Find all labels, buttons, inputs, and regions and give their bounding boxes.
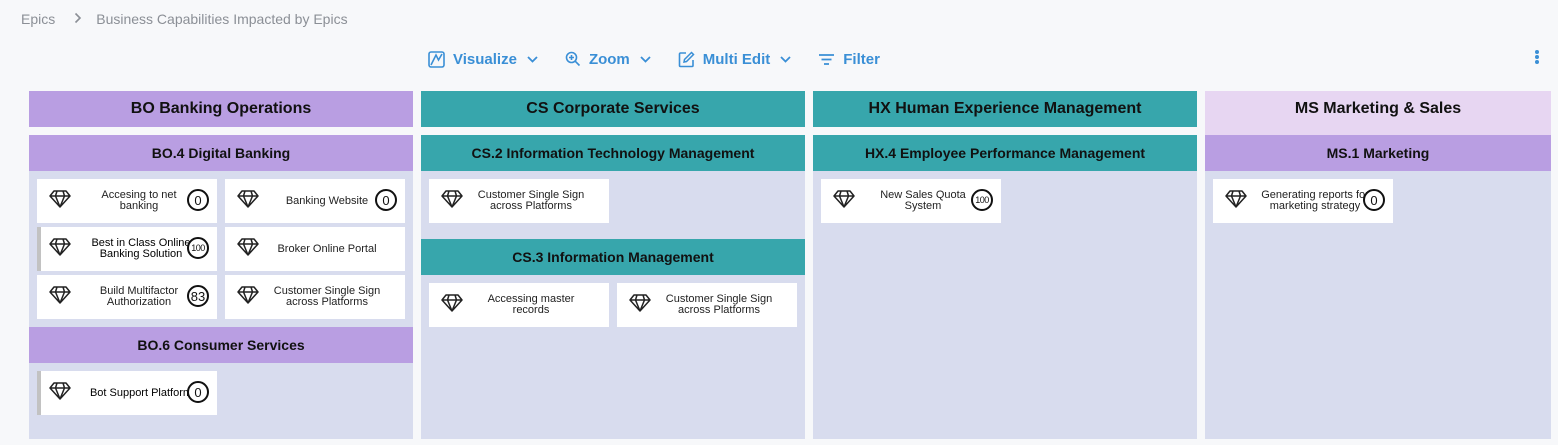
breadcrumb-current: Business Capabilities Impacted by Epics (96, 11, 348, 27)
chevron-down-icon (527, 55, 538, 63)
epic-card[interactable]: Accessing master records (429, 283, 609, 327)
card-list: New Sales Quota System 100 (813, 171, 1197, 223)
epic-name: Customer Single Sign across Platforms (273, 285, 381, 308)
column-bo-banking-operations: BO Banking Operations BO.4 Digital Banki… (29, 91, 413, 439)
diamond-icon (237, 190, 259, 213)
progress-badge: 100 (971, 189, 993, 211)
filter-label: Filter (843, 50, 880, 68)
diamond-icon (49, 382, 71, 405)
epic-card[interactable]: Broker Online Portal (225, 227, 405, 271)
epic-card[interactable]: Accesing to net banking 0 (37, 179, 217, 223)
progress-badge: 0 (187, 381, 209, 403)
epic-card[interactable]: Customer Single Sign across Platforms (429, 179, 609, 223)
column-header: HX Human Experience Management (813, 91, 1197, 127)
progress-badge: 100 (187, 237, 209, 259)
card-list: Generating reports for marketing strateg… (1205, 171, 1551, 223)
card-list: Accesing to net banking 0 Banking Websit… (29, 171, 413, 319)
epic-name: Accessing master records (487, 293, 575, 316)
epic-name: Banking Website (285, 194, 369, 207)
zoom-button[interactable]: Zoom (565, 51, 651, 68)
epic-card[interactable]: Best in Class Online Banking Solution 10… (37, 227, 217, 271)
progress-badge: 0 (187, 189, 209, 211)
epic-card[interactable]: Customer Single Sign across Platforms (617, 283, 797, 327)
column-ms-marketing-sales: MS Marketing & Sales MS.1 Marketing Gene… (1205, 91, 1551, 439)
diamond-icon (833, 190, 855, 213)
column-hx-human-experience-management: HX Human Experience Management HX.4 Empl… (813, 91, 1197, 439)
progress-badge: 0 (375, 189, 397, 211)
chevron-right-icon (74, 11, 82, 27)
section-header: BO.4 Digital Banking (29, 135, 413, 171)
visualize-label: Visualize (453, 50, 517, 68)
diamond-icon (49, 190, 71, 213)
toolbar: Visualize Zoom Multi Edit Filter (428, 48, 880, 70)
chevron-down-icon (780, 55, 791, 63)
progress-badge: 83 (187, 285, 209, 307)
diamond-icon (237, 238, 259, 261)
epic-card[interactable]: Banking Website 0 (225, 179, 405, 223)
epic-name: Customer Single Sign across Platforms (477, 189, 585, 212)
multi-edit-label: Multi Edit (702, 50, 771, 68)
progress-badge: 0 (1363, 189, 1385, 211)
epic-name: New Sales Quota System (880, 189, 966, 212)
chevron-down-icon (640, 55, 651, 63)
edit-icon (678, 50, 695, 68)
column-header: MS Marketing & Sales (1205, 91, 1551, 135)
zoom-label: Zoom (588, 50, 630, 68)
capability-board: BO Banking Operations BO.4 Digital Banki… (29, 91, 1551, 439)
diamond-icon (441, 190, 463, 213)
column-header: CS Corporate Services (421, 91, 805, 127)
epic-name: Generating reports for marketing strateg… (1261, 189, 1369, 212)
epic-card[interactable]: New Sales Quota System 100 (821, 179, 1001, 223)
more-options-icon[interactable] (1532, 48, 1542, 66)
breadcrumb: Epics Business Capabilities Impacted by … (21, 10, 348, 28)
zoom-in-icon (565, 51, 581, 67)
card-list: Bot Support Platform 0 (29, 363, 413, 415)
multi-edit-button[interactable]: Multi Edit (678, 51, 792, 68)
section-header: MS.1 Marketing (1205, 135, 1551, 171)
visualize-button[interactable]: Visualize (428, 51, 538, 68)
epic-name: Broker Online Portal (277, 242, 377, 255)
epic-name: Bot Support Platform (89, 386, 193, 399)
diamond-icon (49, 286, 71, 309)
epic-card[interactable]: Bot Support Platform 0 (37, 371, 217, 415)
card-list: Accessing master records Customer Single… (421, 275, 805, 327)
breadcrumb-root-link[interactable]: Epics (21, 11, 55, 27)
column-header: BO Banking Operations (29, 91, 413, 127)
section-header: CS.2 Information Technology Management (421, 135, 805, 171)
diamond-icon (441, 294, 463, 317)
epic-card[interactable]: Generating reports for marketing strateg… (1213, 179, 1393, 223)
diamond-icon (1225, 190, 1247, 213)
section-header: BO.6 Consumer Services (29, 327, 413, 363)
filter-icon (818, 52, 835, 67)
epic-name: Best in Class Online Banking Solution (91, 237, 191, 260)
epic-name: Accesing to net banking (101, 189, 177, 212)
filter-button[interactable]: Filter (818, 51, 880, 68)
diamond-icon (237, 286, 259, 309)
section-header: CS.3 Information Management (421, 239, 805, 275)
diamond-icon (49, 238, 71, 261)
section-header: HX.4 Employee Performance Management (813, 135, 1197, 171)
epic-name: Build Multifactor Authorization (99, 285, 179, 308)
visualize-icon (428, 50, 445, 68)
diamond-icon (629, 294, 651, 317)
card-list: Customer Single Sign across Platforms (421, 171, 805, 223)
epic-name: Customer Single Sign across Platforms (665, 293, 773, 316)
epic-card[interactable]: Build Multifactor Authorization 83 (37, 275, 217, 319)
epic-card[interactable]: Customer Single Sign across Platforms (225, 275, 405, 319)
column-cs-corporate-services: CS Corporate Services CS.2 Information T… (421, 91, 805, 439)
